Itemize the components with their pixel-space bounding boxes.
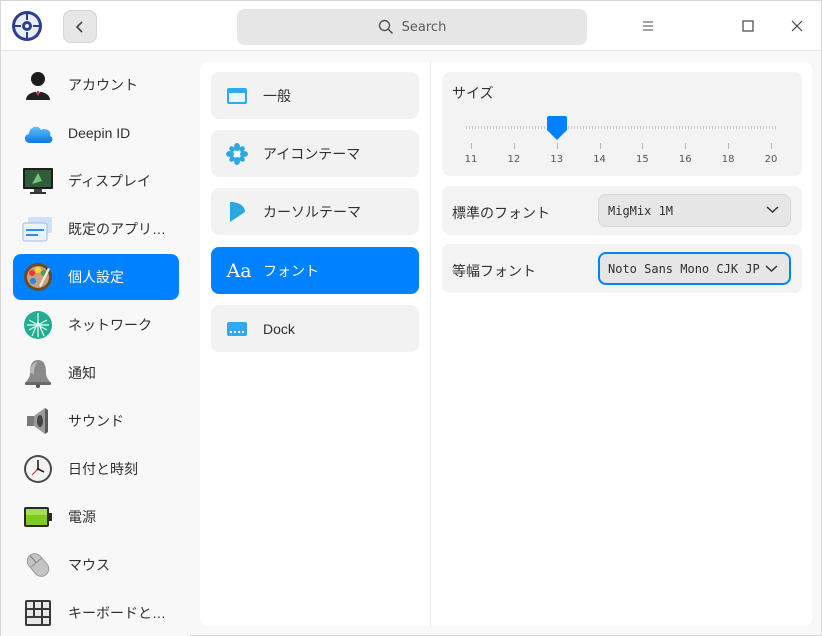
- sidebar-item-label: 電源: [68, 507, 178, 527]
- maximize-icon: [742, 20, 754, 32]
- sidebar-item-sound[interactable]: サウンド: [13, 398, 179, 444]
- sidebar-item-default-apps[interactable]: 既定のアプリケ…: [13, 206, 179, 252]
- sidebar-item-personalization[interactable]: 個人設定: [13, 254, 179, 300]
- default-apps-icon: [22, 213, 54, 245]
- monospace-font-row: 等幅フォント Noto Sans Mono CJK JP: [442, 244, 802, 293]
- app-logo-icon: [11, 10, 43, 42]
- sidebar-item-label: 個人設定: [68, 267, 178, 287]
- sidebar-item-mouse[interactable]: マウス: [13, 542, 179, 588]
- back-button[interactable]: [63, 10, 97, 43]
- chevron-down-icon: [766, 205, 779, 214]
- flower-icon: [225, 142, 249, 166]
- sidebar-item-label: 既定のアプリケ…: [68, 219, 178, 239]
- cursor-icon: [225, 200, 249, 224]
- font-icon: Aa: [225, 259, 253, 283]
- slider-tick: [600, 143, 601, 149]
- monospace-font-label: 等幅フォント: [452, 261, 536, 281]
- subnav-item-icon-theme[interactable]: アイコンテーマ: [211, 130, 419, 177]
- slider-tick-label: 14: [593, 154, 606, 165]
- sidebar-item-label: ディスプレイ: [68, 171, 178, 191]
- maximize-button[interactable]: [735, 13, 761, 39]
- slider-tick: [728, 143, 729, 149]
- settings-window: Search アカウント Deepin ID: [0, 0, 822, 636]
- slider-tick: [642, 143, 643, 149]
- speaker-icon: [22, 405, 54, 437]
- bell-icon: [22, 357, 54, 389]
- subnav-item-label: カーソルテーマ: [263, 202, 361, 222]
- clock-icon: [22, 453, 54, 485]
- dock-icon: [225, 317, 249, 341]
- slider-tick-label: 13: [550, 154, 563, 165]
- personalization-subnav: 一般 アイコンテーマ カーソルテーマ Aa フォント: [200, 62, 431, 626]
- slider-tick-label: 15: [636, 154, 649, 165]
- subnav-item-dock[interactable]: Dock: [211, 305, 419, 352]
- window-icon: [225, 84, 249, 108]
- subnav-item-label: フォント: [263, 261, 319, 281]
- subnav-item-general[interactable]: 一般: [211, 72, 419, 119]
- sidebar-item-label: マウス: [68, 555, 178, 575]
- slider-tick: [771, 143, 772, 149]
- close-button[interactable]: [784, 13, 810, 39]
- menu-button[interactable]: [635, 13, 661, 39]
- chevron-left-icon: [75, 21, 85, 33]
- display-icon: [22, 165, 54, 197]
- monospace-font-select[interactable]: Noto Sans Mono CJK JP: [598, 252, 791, 285]
- standard-font-row: 標準のフォント MigMix 1M: [442, 186, 802, 235]
- slider-tick-label: 11: [465, 154, 478, 165]
- titlebar: Search: [1, 1, 821, 51]
- chevron-down-icon: [765, 264, 778, 273]
- monospace-font-value: Noto Sans Mono CJK JP: [608, 262, 760, 276]
- sidebar-item-label: サウンド: [68, 411, 178, 431]
- sidebar-item-label: アカウント: [68, 75, 178, 95]
- sidebar-item-power[interactable]: 電源: [13, 494, 179, 540]
- mouse-icon: [22, 549, 54, 581]
- sidebar-item-account[interactable]: アカウント: [13, 62, 179, 108]
- keyboard-icon: [22, 597, 54, 629]
- slider-tick: [557, 143, 558, 149]
- menu-icon: [642, 21, 654, 31]
- size-card: サイズ 11 12 13 14 15 16 18 20: [442, 72, 802, 176]
- slider-tick-label: 18: [722, 154, 735, 165]
- subnav-item-label: アイコンテーマ: [263, 144, 360, 164]
- content-area: 一般 アイコンテーマ カーソルテーマ Aa フォント: [200, 62, 812, 626]
- subnav-item-label: 一般: [263, 86, 291, 106]
- standard-font-select[interactable]: MigMix 1M: [598, 194, 791, 227]
- slider-tick-label: 20: [765, 154, 778, 165]
- search-icon: [378, 19, 394, 35]
- size-slider-track[interactable]: [466, 126, 778, 129]
- sidebar-item-notifications[interactable]: 通知: [13, 350, 179, 396]
- subnav-item-font[interactable]: Aa フォント: [211, 247, 419, 294]
- sidebar: アカウント Deepin ID ディスプレイ 既定のアプリケ… 個人設定: [1, 52, 190, 636]
- sidebar-item-display[interactable]: ディスプレイ: [13, 158, 179, 204]
- standard-font-value: MigMix 1M: [608, 204, 673, 218]
- cloud-icon: [22, 117, 54, 149]
- sidebar-item-label: 日付と時刻: [68, 459, 178, 479]
- subnav-item-cursor-theme[interactable]: カーソルテーマ: [211, 188, 419, 235]
- sidebar-item-label: 通知: [68, 363, 178, 383]
- sidebar-item-label: キーボードと言語: [68, 603, 178, 623]
- slider-tick-label: 16: [679, 154, 692, 165]
- slider-tick: [685, 143, 686, 149]
- sidebar-item-label: Deepin ID: [68, 125, 178, 141]
- close-icon: [791, 20, 803, 32]
- size-slider-thumb[interactable]: [546, 115, 568, 141]
- sidebar-item-keyboard[interactable]: キーボードと言語: [13, 590, 179, 636]
- subnav-item-label: Dock: [263, 321, 295, 337]
- slider-tick: [471, 143, 472, 149]
- size-title: サイズ: [452, 83, 494, 103]
- search-placeholder: Search: [402, 20, 447, 35]
- sidebar-item-network[interactable]: ネットワーク: [13, 302, 179, 348]
- battery-icon: [22, 501, 54, 533]
- slider-tick: [514, 143, 515, 149]
- personalization-icon: [22, 261, 54, 293]
- sidebar-item-deepin-id[interactable]: Deepin ID: [13, 110, 179, 156]
- account-icon: [22, 69, 54, 101]
- sidebar-item-datetime[interactable]: 日付と時刻: [13, 446, 179, 492]
- search-input[interactable]: Search: [237, 9, 587, 45]
- standard-font-label: 標準のフォント: [452, 203, 550, 223]
- network-icon: [22, 309, 54, 341]
- slider-tick-label: 12: [507, 154, 520, 165]
- sidebar-item-label: ネットワーク: [68, 315, 178, 335]
